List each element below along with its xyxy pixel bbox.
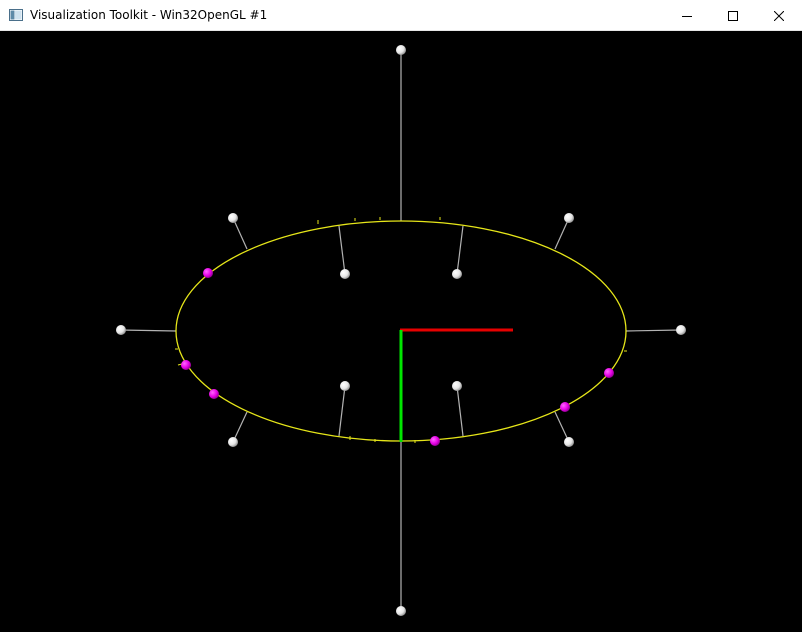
handle-sphere-lower-left[interactable] xyxy=(228,437,238,447)
window-title: Visualization Toolkit - Win32OpenGL #1 xyxy=(30,8,268,22)
leader-line-inner-lower-left xyxy=(338,385,346,437)
handle-sphere-upper-left[interactable] xyxy=(228,213,238,223)
render-viewport[interactable] xyxy=(0,31,802,632)
maximize-icon xyxy=(728,10,738,21)
vtk-render-window: Visualization Toolkit - Win32OpenGL #1 xyxy=(0,0,802,632)
handle-sphere-lower-right[interactable] xyxy=(564,437,574,447)
control-point-2[interactable] xyxy=(181,360,191,370)
window-controls xyxy=(664,0,802,31)
control-point-5[interactable] xyxy=(560,402,570,412)
control-point-1[interactable] xyxy=(203,268,213,278)
leader-line-inner-lower-right xyxy=(456,385,464,437)
scene-canvas[interactable] xyxy=(0,31,802,632)
leader-line-right xyxy=(625,329,682,332)
control-point-4[interactable] xyxy=(430,436,440,446)
handle-sphere-inner-upper-right[interactable] xyxy=(452,269,462,279)
minimize-icon xyxy=(682,15,692,17)
leader-line-upper-left xyxy=(232,217,248,250)
control-point-6[interactable] xyxy=(604,368,614,378)
leader-line-inner-upper-right xyxy=(456,225,464,275)
leader-line-upper-right xyxy=(554,217,570,250)
minimize-button[interactable] xyxy=(664,0,710,31)
title-bar[interactable]: Visualization Toolkit - Win32OpenGL #1 xyxy=(0,0,802,31)
handle-sphere-inner-lower-right[interactable] xyxy=(452,381,462,391)
leader-line-left xyxy=(120,329,177,332)
leader-line-inner-upper-left xyxy=(338,225,346,275)
control-point-3[interactable] xyxy=(209,389,219,399)
handle-sphere-inner-upper-left[interactable] xyxy=(340,269,350,279)
handle-sphere-left[interactable] xyxy=(116,325,126,335)
vtk-window-icon xyxy=(8,7,24,23)
handle-sphere-right[interactable] xyxy=(676,325,686,335)
close-button[interactable] xyxy=(756,0,802,31)
handle-sphere-top[interactable] xyxy=(396,45,406,55)
control-points[interactable] xyxy=(181,268,614,446)
close-icon xyxy=(774,10,784,21)
maximize-button[interactable] xyxy=(710,0,756,31)
handle-sphere-upper-right[interactable] xyxy=(564,213,574,223)
handle-sphere-bottom[interactable] xyxy=(396,606,406,616)
handle-sphere-inner-lower-left[interactable] xyxy=(340,381,350,391)
